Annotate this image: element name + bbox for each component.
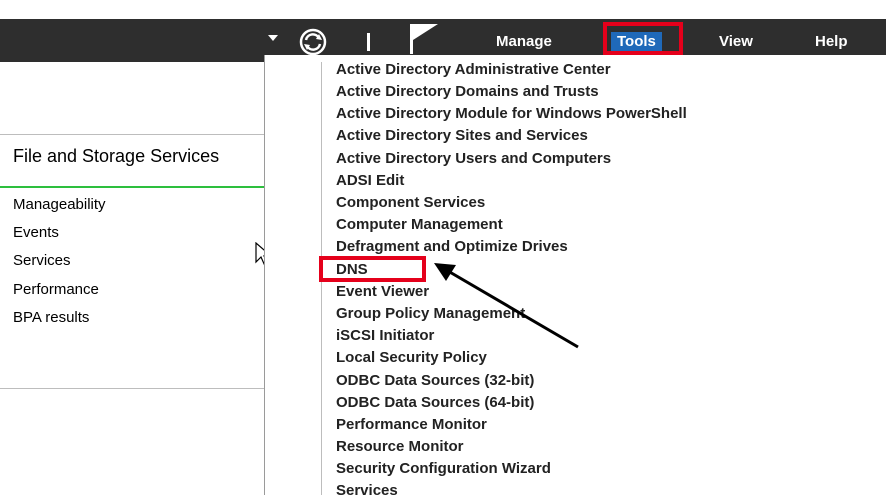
menu-item-performance-monitor[interactable]: Performance Monitor [336, 416, 487, 434]
menu-item-event-viewer[interactable]: Event Viewer [336, 283, 429, 301]
sidebar-item-services[interactable]: Services [13, 252, 71, 270]
menu-item-ad-sites-services[interactable]: Active Directory Sites and Services [336, 127, 588, 145]
menu-manage[interactable]: Manage [496, 33, 552, 51]
menu-item-ad-users-computers[interactable]: Active Directory Users and Computers [336, 150, 611, 168]
menu-item-ad-domains-trusts[interactable]: Active Directory Domains and Trusts [336, 83, 599, 101]
sidebar-item-events[interactable]: Events [13, 224, 59, 242]
sidebar-divider-bottom [0, 388, 264, 389]
menu-item-resource-monitor[interactable]: Resource Monitor [336, 438, 464, 456]
sidebar-section-underline [0, 186, 264, 188]
dns-highlight-box [319, 256, 426, 282]
sidebar-section-title[interactable]: File and Storage Services [13, 145, 253, 167]
sidebar-item-performance[interactable]: Performance [13, 281, 99, 299]
sidebar-item-manageability[interactable]: Manageability [13, 196, 106, 214]
sidebar-divider-top [0, 134, 264, 135]
tools-highlight-box [603, 22, 683, 55]
menu-item-odbc-32[interactable]: ODBC Data Sources (32-bit) [336, 372, 534, 390]
menu-item-security-config-wizard[interactable]: Security Configuration Wizard [336, 460, 551, 478]
refresh-icon[interactable] [296, 27, 330, 57]
menu-item-odbc-64[interactable]: ODBC Data Sources (64-bit) [336, 394, 534, 412]
menu-item-component-services[interactable]: Component Services [336, 194, 485, 212]
flag-icon[interactable] [404, 22, 444, 56]
menu-item-ad-powershell-module[interactable]: Active Directory Module for Windows Powe… [336, 105, 687, 123]
menu-item-adsi-edit[interactable]: ADSI Edit [336, 172, 404, 190]
toolbar-separator [367, 33, 370, 51]
chevron-down-icon[interactable] [268, 35, 278, 41]
menu-item-computer-management[interactable]: Computer Management [336, 216, 503, 234]
sidebar-item-bpa-results[interactable]: BPA results [13, 309, 89, 327]
menu-item-ad-admin-center[interactable]: Active Directory Administrative Center [336, 61, 611, 79]
menu-help[interactable]: Help [815, 33, 848, 51]
annotation-arrow-icon [434, 263, 579, 349]
menu-view[interactable]: View [719, 33, 753, 51]
menu-item-services[interactable]: Services [336, 482, 398, 500]
menu-item-defragment[interactable]: Defragment and Optimize Drives [336, 238, 568, 256]
